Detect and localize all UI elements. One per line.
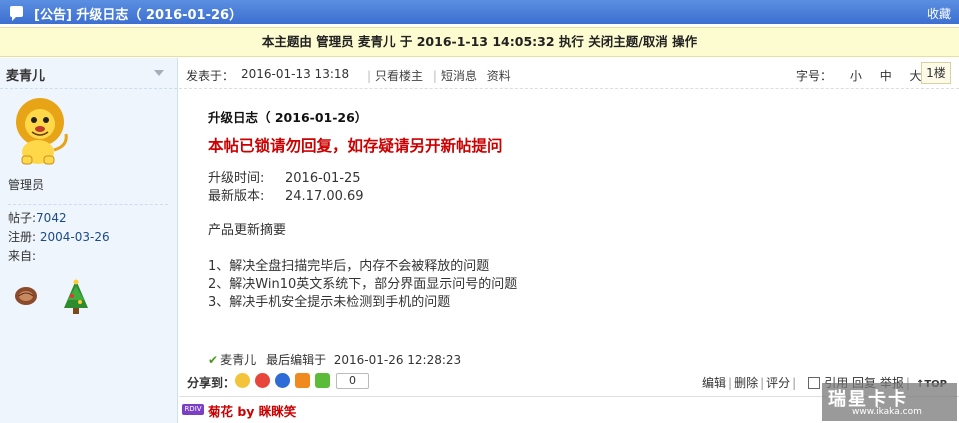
floor-number[interactable]: 1楼 — [921, 62, 951, 84]
short-message-link[interactable]: 短消息 — [441, 69, 477, 83]
font-large-button[interactable]: 大 — [910, 69, 922, 83]
chevron-down-icon[interactable] — [154, 70, 164, 76]
register-value: 2004-03-26 — [39, 230, 110, 244]
from-label: 来自: — [8, 249, 37, 263]
author-stats: 帖子:7042 注册: 2004-03-26 来自: — [8, 204, 168, 266]
posts-value: 7042 — [36, 211, 67, 225]
author-role: 管理员 — [8, 178, 45, 192]
weibo-share-icon[interactable] — [255, 373, 270, 388]
more-share-icon[interactable] — [315, 373, 330, 388]
font-size-control: 字号： 小 中 大 — [796, 67, 936, 84]
checkmark-icon: ✔ — [208, 353, 219, 367]
post-content: 升级日志（ 2016-01-26） 本帖已锁请勿回复，如存疑请另开新帖提问 升级… — [208, 107, 808, 310]
delete-button[interactable]: 删除 — [734, 376, 758, 390]
font-medium-button[interactable]: 中 — [880, 69, 892, 83]
post-body: 升级时间: 2016-01-25 最新版本: 24.17.00.69 产品更新摘要 … — [208, 170, 517, 312]
topic-titlebar: [公告] 升级日志（ 2016-01-26） 收藏 — [0, 0, 959, 24]
list-item: 3、解决手机安全提示未检测到手机的问题 — [208, 295, 451, 310]
edit-info: ✔ 麦青儿 最后编辑于 2016-01-26 12:28:23 — [208, 351, 461, 368]
moderation-notice: 本主题由 管理员 麦青儿 于 2016-1-13 14:05:32 执行 关闭主… — [0, 27, 959, 57]
edit-time: 2016-01-26 12:28:23 — [333, 353, 462, 367]
upgrade-time-label: 升级时间: — [208, 171, 265, 186]
post-header: 发表于： 2016-01-13 13:18 | 只看楼主 | 短消息 资料 字号： … — [179, 58, 959, 89]
profile-link[interactable]: 资料 — [487, 69, 511, 83]
register-label: 注册: — [8, 230, 37, 244]
upgrade-time-value: 2016-01-25 — [285, 171, 361, 186]
topic-title: [公告] 升级日志（ 2016-01-26） — [34, 8, 243, 23]
posted-date: 2016-01-13 13:18 — [241, 67, 350, 81]
edit-button[interactable]: 编辑 — [702, 376, 726, 390]
latest-version-value: 24.17.00.69 — [285, 189, 364, 204]
signature-text: 菊花 by 眯眯笑 — [208, 404, 297, 419]
latest-version-label: 最新版本: — [208, 189, 265, 204]
edit-label: 最后编辑于 — [266, 353, 327, 367]
avatar[interactable] — [8, 96, 72, 166]
post-header-links: | 只看楼主 | 短消息 资料 — [367, 69, 511, 83]
font-size-label: 字号： — [796, 69, 833, 83]
author-name[interactable]: 麦青儿 — [6, 65, 45, 84]
font-small-button[interactable]: 小 — [850, 69, 862, 83]
posted-label: 发表于： — [186, 69, 235, 83]
rate-button[interactable]: 评分 — [766, 376, 790, 390]
favorite-link[interactable]: 收藏 — [927, 5, 951, 22]
select-checkbox[interactable] — [808, 377, 821, 389]
bread-medal-icon — [15, 287, 37, 305]
message-bubble-icon — [10, 6, 23, 21]
rdiv-tag: RDIV — [182, 404, 204, 415]
summary-heading: 产品更新摘要 — [208, 223, 287, 238]
post-title: 升级日志（ 2016-01-26） — [208, 110, 368, 125]
medals — [15, 279, 88, 314]
list-item: 1、解决全盘扫描完毕后，内存不会被释放的问题 — [208, 259, 490, 274]
posts-label: 帖子: — [8, 211, 37, 225]
share-count: 0 — [336, 373, 369, 389]
qzone-share-icon[interactable] — [235, 373, 250, 388]
renren-share-icon[interactable] — [275, 373, 290, 388]
share-label: 分享到： — [187, 376, 236, 390]
site-watermark: 瑞星卡卡 www.ikaka.com — [822, 383, 957, 421]
author-name-row: 麦青儿 — [0, 58, 177, 89]
author-sidebar: 麦青儿 管理员 帖子:7042 注册: 2004-03-26 来自: — [0, 58, 178, 423]
list-item: 2、解决Win10英文系统下，部分界面显示问号的问题 — [208, 277, 518, 292]
editor-name: 麦青儿 — [220, 353, 257, 367]
locked-notice: 本帖已锁请勿回复，如存疑请另开新帖提问 — [208, 137, 503, 155]
only-author-link[interactable]: 只看楼主 — [375, 69, 423, 83]
christmas-tree-medal-icon — [64, 279, 88, 314]
douban-share-icon[interactable] — [295, 373, 310, 388]
watermark-url: www.ikaka.com — [852, 407, 922, 417]
